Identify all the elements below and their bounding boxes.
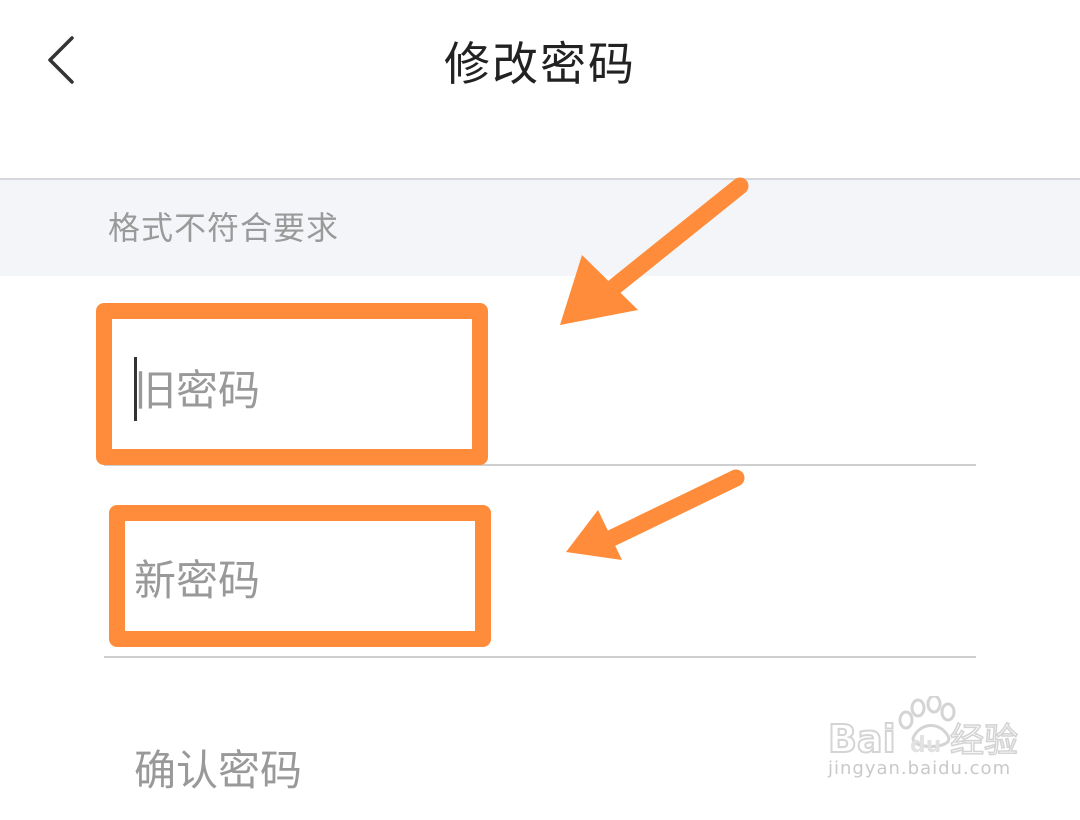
header-bar: 修改密码 bbox=[0, 0, 1080, 130]
old-password-input[interactable] bbox=[134, 354, 914, 426]
text-caret bbox=[134, 357, 137, 421]
new-password-row bbox=[104, 510, 976, 658]
confirm-password-input[interactable] bbox=[134, 734, 914, 806]
error-hint-banner: 格式不符合要求 bbox=[0, 178, 1080, 276]
page-title: 修改密码 bbox=[444, 37, 636, 91]
confirm-password-row bbox=[104, 700, 976, 820]
old-password-row bbox=[104, 320, 976, 466]
error-hint-text: 格式不符合要求 bbox=[108, 209, 340, 247]
new-password-input[interactable] bbox=[134, 544, 914, 616]
